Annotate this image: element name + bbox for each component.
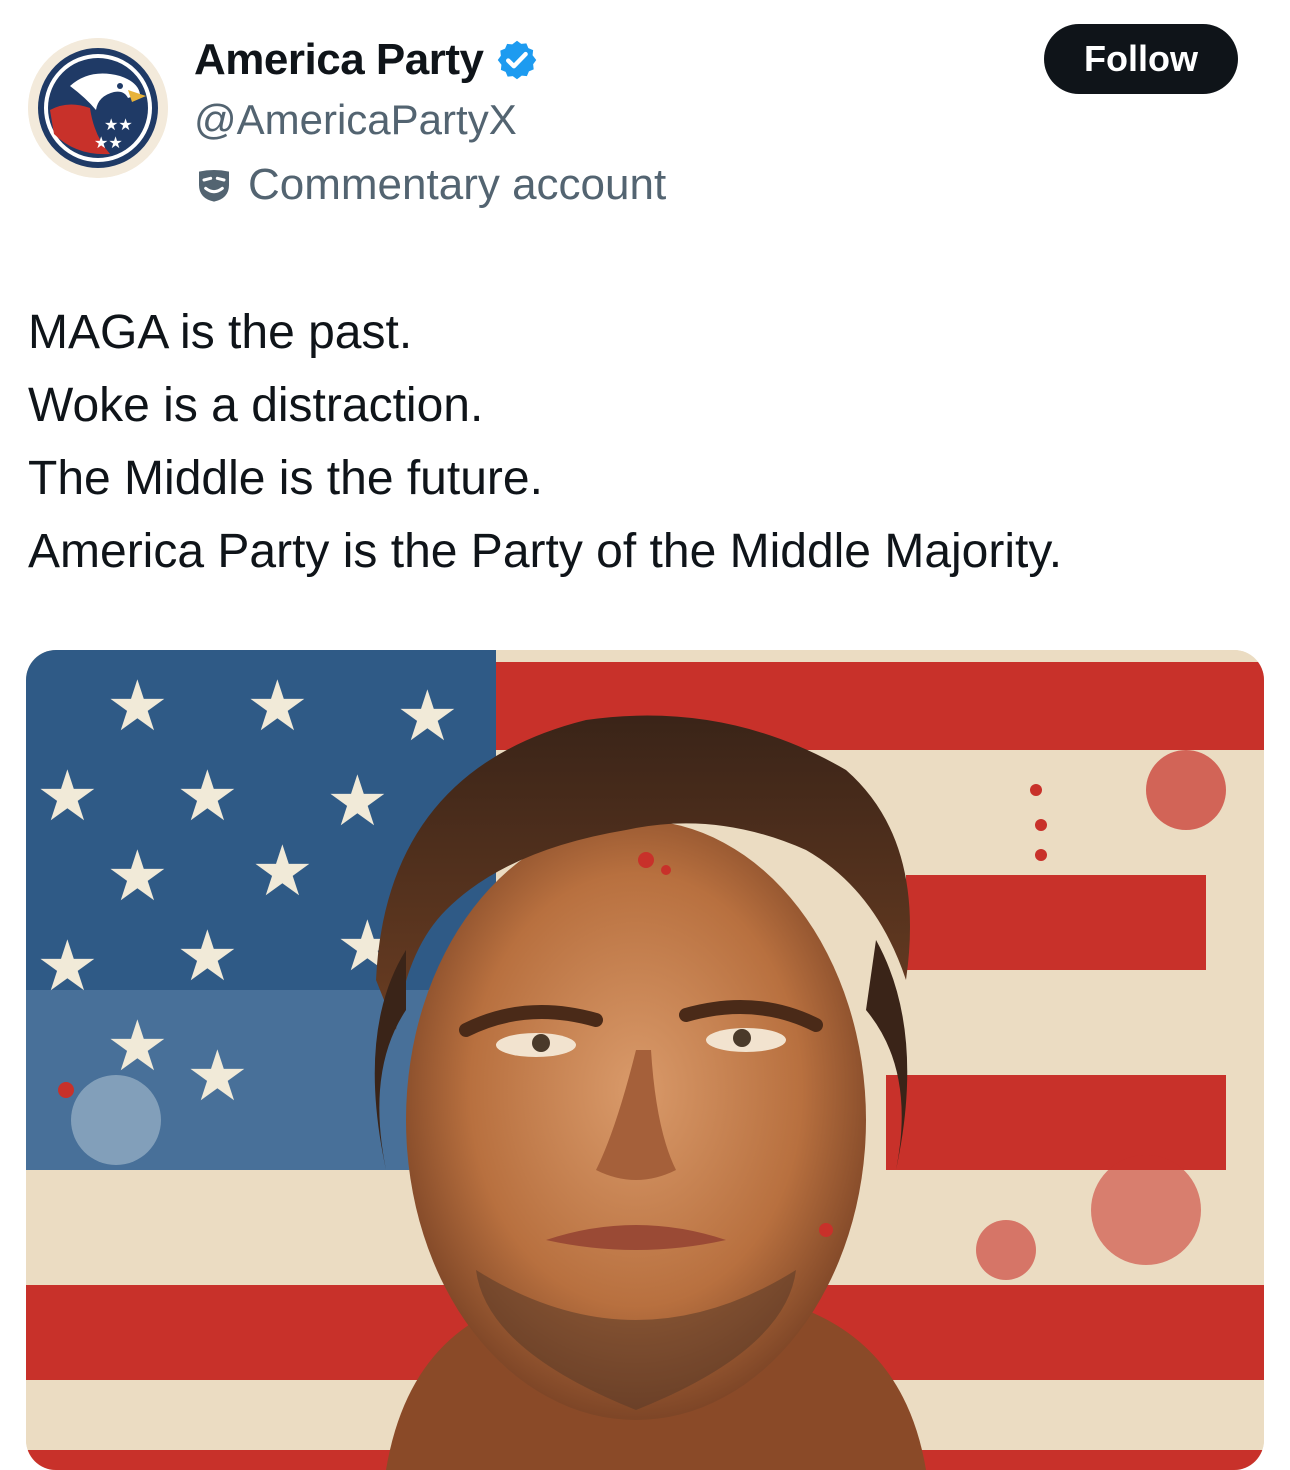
tweet-text-line: Woke is a distraction. (28, 379, 484, 432)
account-label: Commentary account (194, 158, 666, 212)
tweet-text: MAGA is the past. Woke is a distraction.… (28, 296, 1268, 588)
svg-text:★: ★ (186, 1035, 249, 1117)
tweet-text-line: The Middle is the future. (28, 452, 543, 505)
author-name-row: America Party (194, 32, 539, 88)
follow-button[interactable]: Follow (1044, 24, 1238, 94)
tweet-text-line: America Party is the Party of the Middle… (28, 525, 1063, 578)
svg-text:★★: ★★ (94, 133, 123, 152)
svg-text:★: ★ (36, 925, 99, 1007)
mask-icon (199, 170, 229, 202)
svg-text:★: ★ (36, 755, 99, 837)
tweet-text-line: MAGA is the past. (28, 306, 413, 359)
author-display-name[interactable]: America Party (194, 35, 484, 85)
portrait-flag-painting: ★ ★ ★ ★ ★ ★ ★ ★ ★ ★ ★ ★ ★ (26, 650, 1264, 1470)
account-label-text: Commentary account (248, 160, 667, 209)
svg-text:★: ★ (106, 1005, 169, 1087)
svg-text:★: ★ (106, 835, 169, 917)
avatar[interactable]: ★★ ★★ (28, 38, 168, 178)
svg-text:★: ★ (326, 760, 389, 842)
svg-text:★: ★ (251, 830, 314, 912)
svg-text:★: ★ (176, 915, 239, 997)
svg-text:★: ★ (246, 665, 309, 747)
eagle-logo-icon: ★★ ★★ (28, 38, 168, 178)
tweet-media-image[interactable]: ★ ★ ★ ★ ★ ★ ★ ★ ★ ★ ★ ★ ★ (26, 650, 1264, 1470)
verified-badge-icon[interactable] (495, 38, 539, 82)
svg-text:★: ★ (106, 665, 169, 747)
svg-text:★: ★ (176, 755, 239, 837)
author-handle[interactable]: @AmericaPartyX (194, 96, 517, 144)
svg-text:★★: ★★ (104, 115, 133, 134)
svg-text:★: ★ (396, 675, 459, 757)
